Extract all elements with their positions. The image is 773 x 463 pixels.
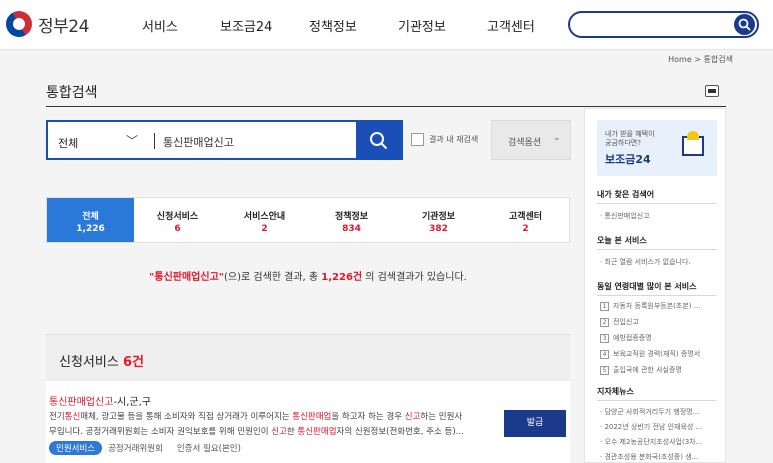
search-input[interactable]: 통신판매업신고 [163,134,234,150]
tab-label: 정책정보 [334,212,369,222]
divider [597,400,717,401]
desc-line: 무입니다. 공정거래위원회는 소비자 권익보호를 위해 민원인이 신고한 통신판… [49,427,464,437]
result-meta: 민원서비스 공정거래위원회 인증서 필요(본인) [49,441,255,455]
chevron-down-icon[interactable]: ﹀ [126,132,138,149]
news-item[interactable]: · 경관조성용 분화국(조성중) 생... [600,452,698,462]
section-title-text: 신청서비스 [59,355,119,370]
popular-item[interactable]: 3 예방접종증명 [600,333,652,343]
section-title: 신청서비스 6건 [59,351,144,370]
research-checkbox[interactable] [411,133,424,146]
page-title: 통합검색 [46,85,98,101]
input-divider [154,133,155,149]
right-sidebar: 내가 받을 혜택이 궁금하다면? 보조금24 내가 찾은 검색어 · 통신판매업신… [584,108,726,463]
apply-service-section: 신청서비스 6건 통신판매업신고-시,군,구 전기통신매체, 광고물 등을 통해… [46,334,570,463]
tab-service-guide[interactable]: 서비스안내 2 [221,198,308,242]
search-options-button[interactable]: 검색옵션 ⌄ [491,120,571,160]
tab-label: 신청서비스 [156,212,199,222]
header-search-input[interactable] [568,11,759,38]
banner-text: 내가 받을 혜택이 궁금하다면? [605,130,655,147]
recent-search-title: 내가 찾은 검색어 [597,190,655,199]
search-icon [738,18,751,31]
nav-item-subsidy[interactable]: 보조금24 [220,16,272,35]
tab-customer-center[interactable]: 고객센터 2 [482,198,569,242]
top-header: 정부24 서비스 보조금24 정책정보 기관정보 고객센터 [0,0,773,50]
summary-text: 의 검색결과가 있습니다. [362,272,467,283]
tab-all[interactable]: 전체 1,226 [47,198,134,242]
result-summary: "통신판매업신고"(으)로 검색한 결과, 총 1,226건 의 검색결과가 있… [46,268,570,283]
main-search-box: 전체 ﹀ 통신판매업신고 [46,120,403,160]
news-item[interactable]: · 담양군 사회적거리두기 행정명... [600,407,699,417]
search-icon [370,132,388,150]
recent-search-item[interactable]: · 통신판매업신고 [600,211,650,221]
print-icon[interactable] [705,85,719,97]
section-count: 6건 [122,355,144,370]
header-search-button[interactable] [734,14,755,35]
tab-count: 382 [429,224,448,234]
popular-item[interactable]: 2 전입신고 [600,317,639,327]
popular-item[interactable]: 5 출입국에 관한 사실증명 [600,365,682,375]
tab-label: 전체 [82,212,99,222]
tab-count: 1,226 [76,224,105,234]
chevron-down-icon: ⌄ [553,133,561,143]
agency-name: 공정거래위원회 [108,444,163,454]
category-badge: 민원서비스 [49,441,103,455]
tab-label: 서비스안내 [243,212,286,222]
local-news-title: 지자체뉴스 [597,387,634,396]
tab-count: 834 [342,224,361,234]
tab-count: 6 [174,224,181,234]
popular-item[interactable]: 4 보육교직원 경력(재직) 증명서 [600,349,700,359]
search-button[interactable] [356,122,401,158]
result-title-highlight: 통신판매업신고 [49,397,114,408]
news-item[interactable]: · 오수 제2농공단지조성사업(3차... [600,437,702,447]
viewed-service-title: 오늘 본 서비스 [597,236,647,245]
auth-requirement: 인증서 필요(본인) [176,444,241,454]
popular-service-title: 동일 연령대별 많이 본 서비스 [597,282,697,291]
tab-policy-info[interactable]: 정책정보 834 [308,198,395,242]
news-item[interactable]: · 2022년 상반기 전남 인재육성 ... [600,422,702,432]
banner-title: 보조금24 [605,153,651,166]
summary-keyword: "통신판매업신고" [149,272,224,283]
result-description: 전기통신매체, 광고물 등을 통해 소비자와 직접 상거래가 이루어지는 통신판… [49,410,489,440]
nav-item-customer[interactable]: 고객센터 [487,16,535,35]
title-divider [46,106,726,107]
nav-item-policy[interactable]: 정책정보 [309,16,357,35]
issue-button[interactable]: 발급 [504,410,566,437]
popular-item[interactable]: 1 자동차 등록원부등본(초본) ... [600,301,700,311]
summary-total: 1,226건 [321,272,363,283]
viewed-service-empty: · 최근 열람 서비스가 없습니다. [600,258,691,266]
result-title-suffix: -시,군,구 [113,397,151,408]
nav-item-agency[interactable]: 기관정보 [398,16,446,35]
gift-box-icon [682,131,704,156]
breadcrumb: Home > 통합검색 [668,55,733,64]
tab-count: 2 [261,224,268,234]
divider [597,295,717,296]
tab-label: 기관정보 [421,212,456,222]
desc-line: 전기통신매체, 광고물 등을 통해 소비자와 직접 상거래가 이루어지는 통신판… [49,412,463,422]
divider [597,249,717,250]
tab-agency-info[interactable]: 기관정보 382 [395,198,482,242]
summary-text: (으)로 검색한 결과, 총 [223,272,322,283]
search-options-label: 검색옵션 [508,138,542,148]
divider [597,203,717,204]
result-tabs: 전체 1,226 신청서비스 6 서비스안내 2 정책정보 834 기관정보 3… [46,197,570,243]
result-title-link[interactable]: 통신판매업신고-시,군,구 [49,393,151,408]
tab-apply-service[interactable]: 신청서비스 6 [134,198,221,242]
search-scope-select[interactable]: 전체 [58,135,78,151]
subsidy24-banner[interactable]: 내가 받을 혜택이 궁금하다면? 보조금24 [597,120,717,176]
section-header: 신청서비스 6건 [46,335,570,381]
research-toggle[interactable]: 결과 내 재검색 [411,133,478,146]
tab-count: 2 [522,224,529,234]
nav-item-service[interactable]: 서비스 [142,16,178,35]
research-label: 결과 내 재검색 [429,135,479,144]
tab-label: 고객센터 [508,212,543,222]
